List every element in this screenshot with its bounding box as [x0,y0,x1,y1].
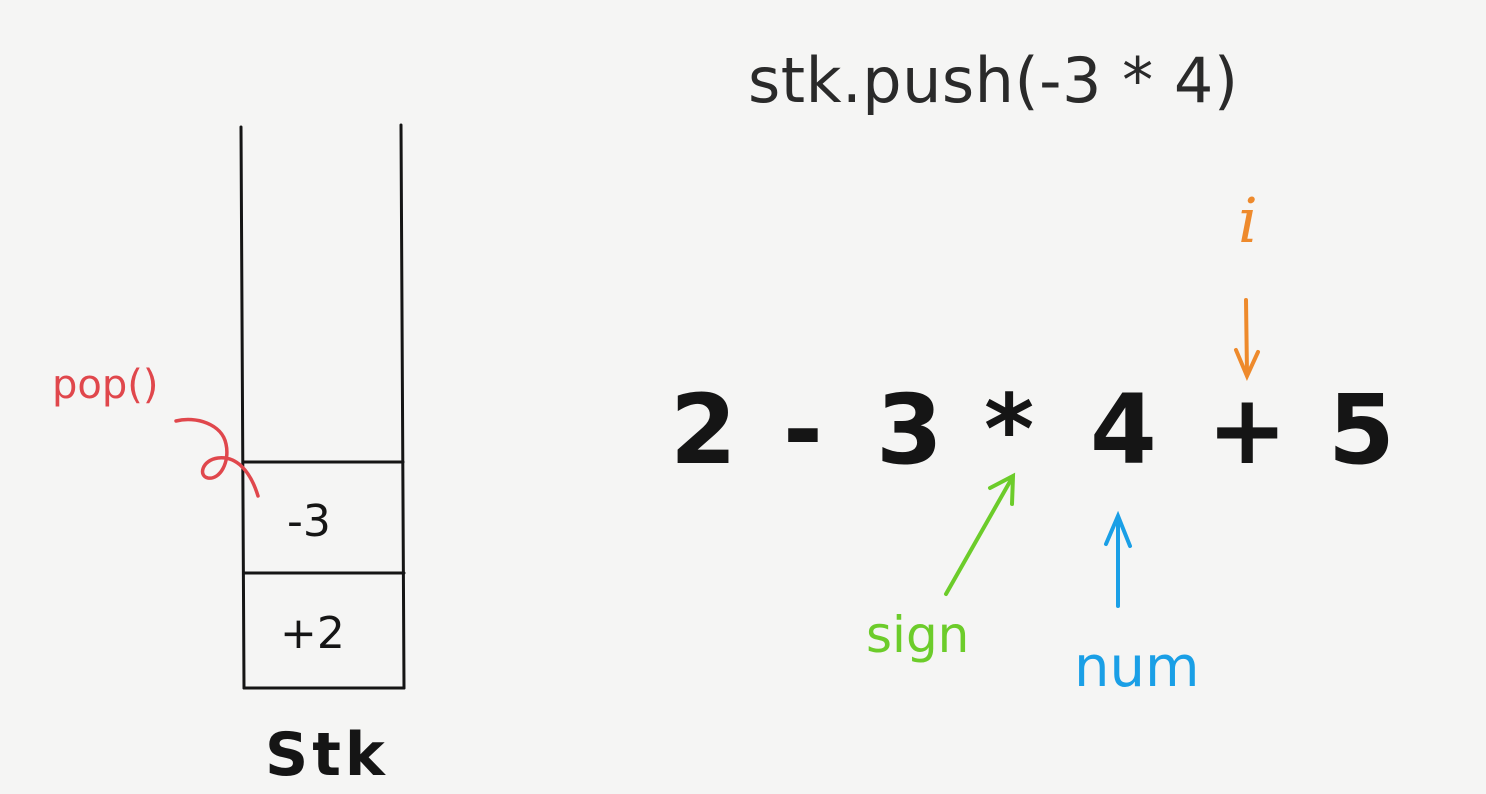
num-arrow [1104,510,1132,608]
pop-label: pop() [52,362,159,408]
expression-token: + [1207,374,1288,486]
expression-token: 4 [1090,374,1157,486]
expression-token: 5 [1328,374,1395,486]
i-pointer-label: i [1238,184,1258,257]
stack-outline [239,123,406,690]
expression-token: 2 [670,374,737,486]
stack-cell-top: -3 [287,496,331,547]
stack-right-wall [399,123,406,690]
expression-token: 3 [876,374,943,486]
stack-cell-bottom: +2 [280,608,345,659]
stack-left-wall [239,125,246,690]
num-pointer-label: num [1074,635,1200,700]
sign-arrow [944,472,1016,596]
pop-arrow [174,417,260,498]
stack-label: Stk [265,720,389,790]
i-arrow [1234,298,1260,381]
expression-token: - [783,374,823,486]
code-push-statement: stk.push(-3 * 4) [748,44,1239,117]
sign-pointer-label: sign [866,606,970,664]
expression-token: * [984,374,1035,486]
